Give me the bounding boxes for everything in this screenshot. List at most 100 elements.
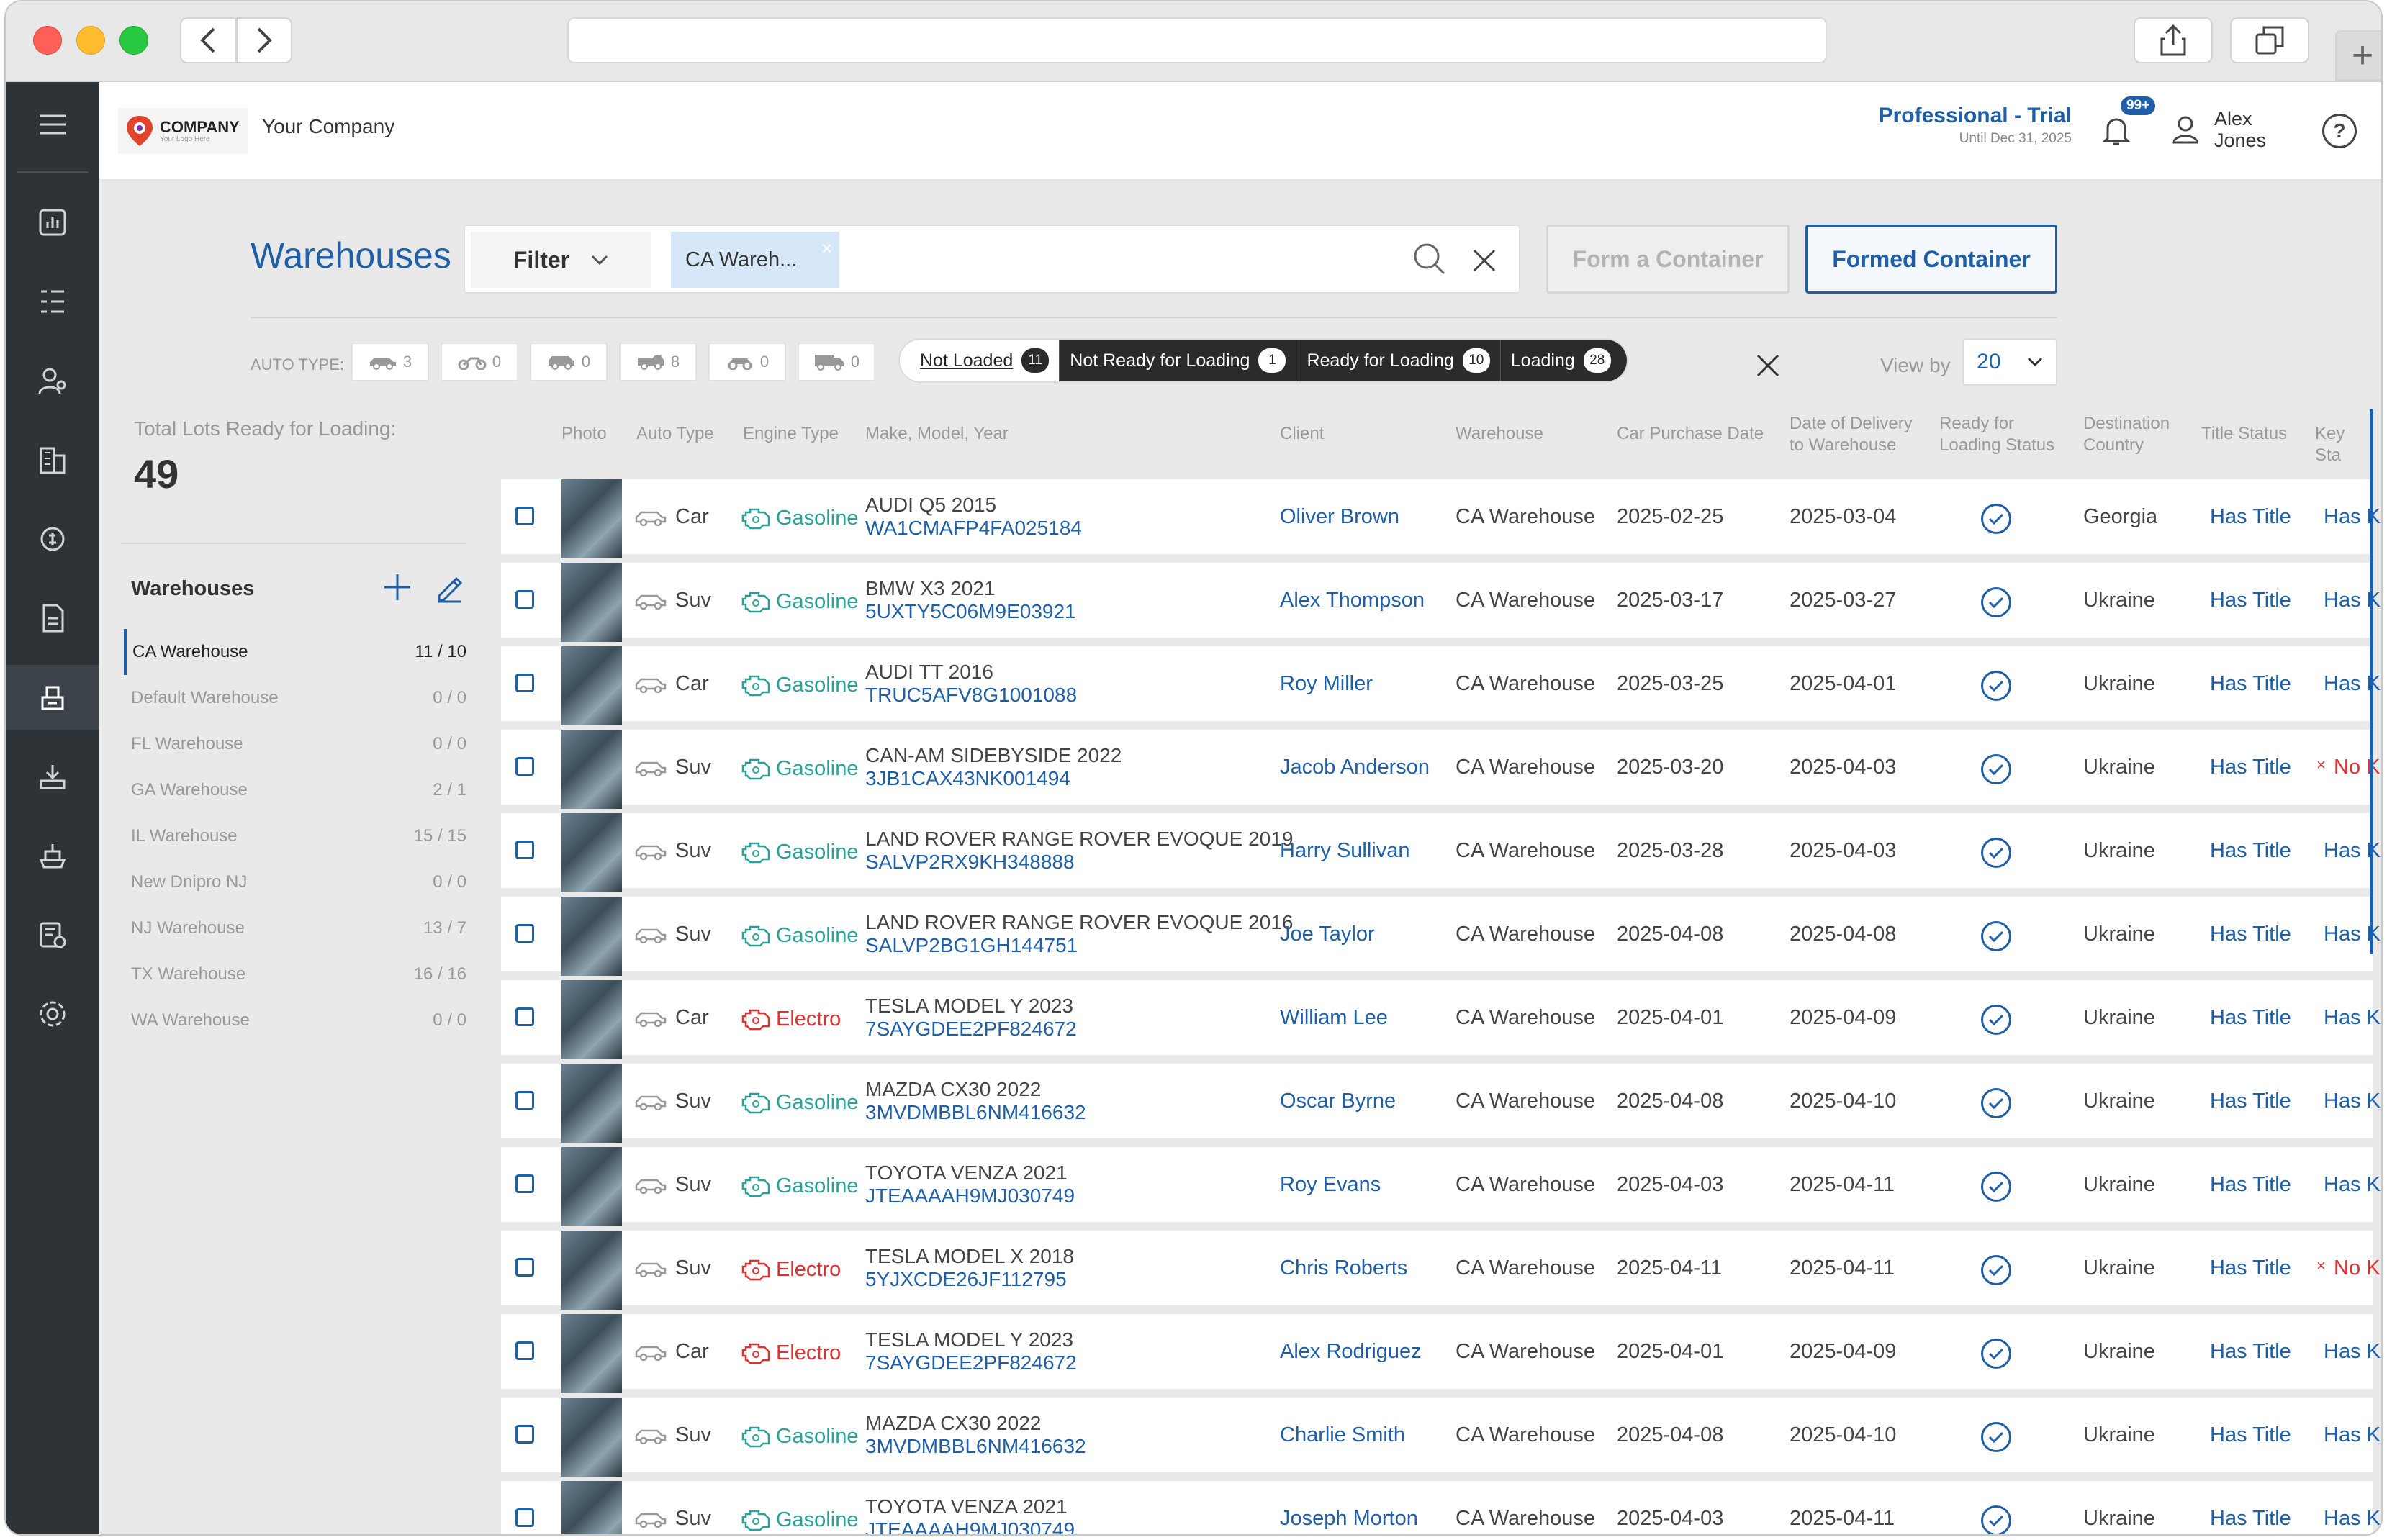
row-checkbox[interactable]	[515, 1258, 534, 1277]
vehicle-photo[interactable]	[561, 1064, 622, 1143]
close-window-button[interactable]	[33, 26, 62, 55]
vehicle-photo[interactable]	[561, 730, 622, 809]
settings-icon[interactable]	[6, 982, 99, 1046]
ship-icon[interactable]	[6, 823, 99, 888]
client-link[interactable]: Joseph Morton	[1280, 1507, 1418, 1531]
row-checkbox[interactable]	[515, 1425, 534, 1444]
tabs-overview-button[interactable]	[2230, 17, 2309, 63]
table-row[interactable]: Suv Electro TESLA MODEL X 2018 5YJXCDE26JF1…	[501, 1231, 2380, 1310]
status-not-loaded[interactable]: Not Loaded 11	[900, 340, 1060, 381]
buildings-icon[interactable]	[6, 427, 99, 492]
loading-icon[interactable]	[6, 744, 99, 809]
clients-icon[interactable]	[6, 348, 99, 413]
key-status-link[interactable]: Has K	[2324, 1423, 2381, 1447]
title-status-link[interactable]: Has Title	[2210, 1256, 2291, 1280]
client-link[interactable]: Roy Miller	[1280, 672, 1373, 696]
checklist-icon[interactable]	[6, 269, 99, 334]
table-row[interactable]: Car Electro TESLA MODEL Y 2023 7SAYGDEE2PF8…	[501, 1314, 2381, 1393]
title-status-link[interactable]: Has Title	[2210, 1340, 2291, 1364]
add-warehouse-icon[interactable]	[383, 566, 412, 611]
table-scrollbar[interactable]	[2370, 409, 2373, 954]
client-link[interactable]: Jacob Anderson	[1280, 756, 1430, 779]
warehouse-icon[interactable]	[6, 665, 99, 730]
forward-button[interactable]	[236, 17, 292, 63]
vin-link[interactable]: 7SAYGDEE2PF824672	[865, 1351, 1077, 1374]
company-logo[interactable]: COMPANY Your Logo Here	[118, 108, 248, 154]
vehicle-photo[interactable]	[561, 980, 622, 1059]
client-link[interactable]: Alex Rodriguez	[1280, 1340, 1422, 1364]
reports-icon[interactable]	[6, 902, 99, 967]
title-status-link[interactable]: Has Title	[2210, 505, 2291, 529]
row-checkbox[interactable]	[515, 590, 534, 609]
vin-link[interactable]: 7SAYGDEE2PF824672	[865, 1018, 1077, 1041]
edit-warehouse-icon[interactable]	[435, 574, 464, 607]
client-link[interactable]: Chris Roberts	[1280, 1256, 1407, 1280]
clear-search-icon[interactable]	[1470, 239, 1499, 284]
key-status-link[interactable]: Has K	[2324, 1340, 2381, 1364]
row-checkbox[interactable]	[515, 507, 534, 525]
table-row[interactable]: Suv Gasoline LAND ROVER RANGE ROVER EVOQUE…	[501, 897, 2381, 976]
table-row[interactable]: Suv Gasoline LAND ROVER RANGE ROVER EVOQUE…	[501, 813, 2381, 892]
title-status-link[interactable]: Has Title	[2210, 756, 2291, 779]
vehicle-photo[interactable]	[561, 1398, 622, 1477]
warehouse-item[interactable]: New Dnipro NJ 0 / 0	[124, 859, 466, 905]
vehicle-photo[interactable]	[561, 897, 622, 976]
vehicle-photo[interactable]	[561, 479, 622, 558]
search-bar[interactable]: Filter CA Wareh... ×	[464, 225, 1520, 294]
vehicle-photo[interactable]	[561, 646, 622, 725]
table-row[interactable]: Suv Gasoline MAZDA CX30 2022 3MVDMBBL6NM416…	[501, 1398, 2381, 1477]
auto-type-atv[interactable]: 0	[708, 343, 786, 381]
table-row[interactable]: Car Gasoline AUDI Q5 2015 WA1CMAFP4FA025184…	[501, 479, 2381, 558]
filter-dropdown[interactable]: Filter	[471, 232, 651, 288]
row-checkbox[interactable]	[515, 1174, 534, 1193]
auto-type-suv[interactable]: 0	[530, 343, 608, 381]
vehicle-photo[interactable]	[561, 1314, 622, 1393]
vin-link[interactable]: JTEAAAAH9MJ030749	[865, 1518, 1075, 1534]
key-status-link[interactable]: Has K	[2324, 1006, 2381, 1030]
row-checkbox[interactable]	[515, 1091, 534, 1110]
vin-link[interactable]: SALVP2BG1GH144751	[865, 934, 1293, 957]
client-link[interactable]: Oscar Byrne	[1280, 1090, 1396, 1113]
vehicle-photo[interactable]	[561, 1147, 622, 1226]
vehicle-photo[interactable]	[561, 1481, 622, 1534]
title-status-link[interactable]: Has Title	[2210, 1090, 2291, 1113]
warehouse-item[interactable]: WA Warehouse 0 / 0	[124, 997, 466, 1043]
key-status-link[interactable]: No K	[2334, 1256, 2380, 1280]
vin-link[interactable]: 3MVDMBBL6NM416632	[865, 1101, 1086, 1124]
menu-icon[interactable]	[6, 92, 99, 157]
client-link[interactable]: Harry Sullivan	[1280, 839, 1410, 863]
vin-link[interactable]: SALVP2RX9KH348888	[865, 851, 1293, 874]
title-status-link[interactable]: Has Title	[2210, 672, 2291, 696]
key-status-link[interactable]: Has K	[2324, 1507, 2381, 1531]
auto-type-car[interactable]: 3	[351, 343, 429, 381]
share-button[interactable]	[2134, 17, 2213, 63]
search-icon[interactable]	[1412, 242, 1447, 280]
warehouse-item[interactable]: NJ Warehouse 13 / 7	[124, 905, 466, 951]
view-by-select[interactable]: 20	[1962, 338, 2057, 386]
row-checkbox[interactable]	[515, 1341, 534, 1360]
title-status-link[interactable]: Has Title	[2210, 1507, 2291, 1531]
table-row[interactable]: Suv Gasoline BMW X3 2021 5UXTY5C06M9E03921 A…	[501, 563, 2381, 642]
table-row[interactable]: Suv Gasoline CAN-AM SIDEBYSIDE 2022 3JB1CAX…	[501, 730, 2380, 809]
formed-container-button[interactable]: Formed Container	[1805, 225, 2057, 294]
table-row[interactable]: Suv Gasoline TOYOTA VENZA 2021 JTEAAAAH9MJ0…	[501, 1481, 2381, 1534]
filter-chip[interactable]: CA Wareh... ×	[671, 232, 839, 288]
warehouse-item[interactable]: Default Warehouse 0 / 0	[124, 675, 466, 721]
user-menu[interactable]: Alex Jones	[2172, 108, 2266, 151]
status-ready[interactable]: Ready for Loading 10	[1296, 340, 1500, 381]
row-checkbox[interactable]	[515, 674, 534, 692]
auto-type-pickup[interactable]: 8	[619, 343, 697, 381]
client-link[interactable]: Joe Taylor	[1280, 923, 1375, 946]
help-icon[interactable]: ?	[2322, 114, 2357, 148]
minimize-window-button[interactable]	[76, 26, 105, 55]
key-status-link[interactable]: Has K	[2324, 1090, 2381, 1113]
plan-info[interactable]: Professional - Trial Until Dec 31, 2025	[1856, 104, 2072, 147]
title-status-link[interactable]: Has Title	[2210, 923, 2291, 946]
title-status-link[interactable]: Has Title	[2210, 1423, 2291, 1447]
table-row[interactable]: Suv Gasoline TOYOTA VENZA 2021 JTEAAAAH9MJ0…	[501, 1147, 2381, 1226]
vehicle-photo[interactable]	[561, 1231, 622, 1310]
row-checkbox[interactable]	[515, 757, 534, 776]
table-row[interactable]: Car Electro TESLA MODEL Y 2023 7SAYGDEE2PF8…	[501, 980, 2381, 1059]
back-button[interactable]	[180, 17, 236, 63]
vehicle-photo[interactable]	[561, 813, 622, 892]
